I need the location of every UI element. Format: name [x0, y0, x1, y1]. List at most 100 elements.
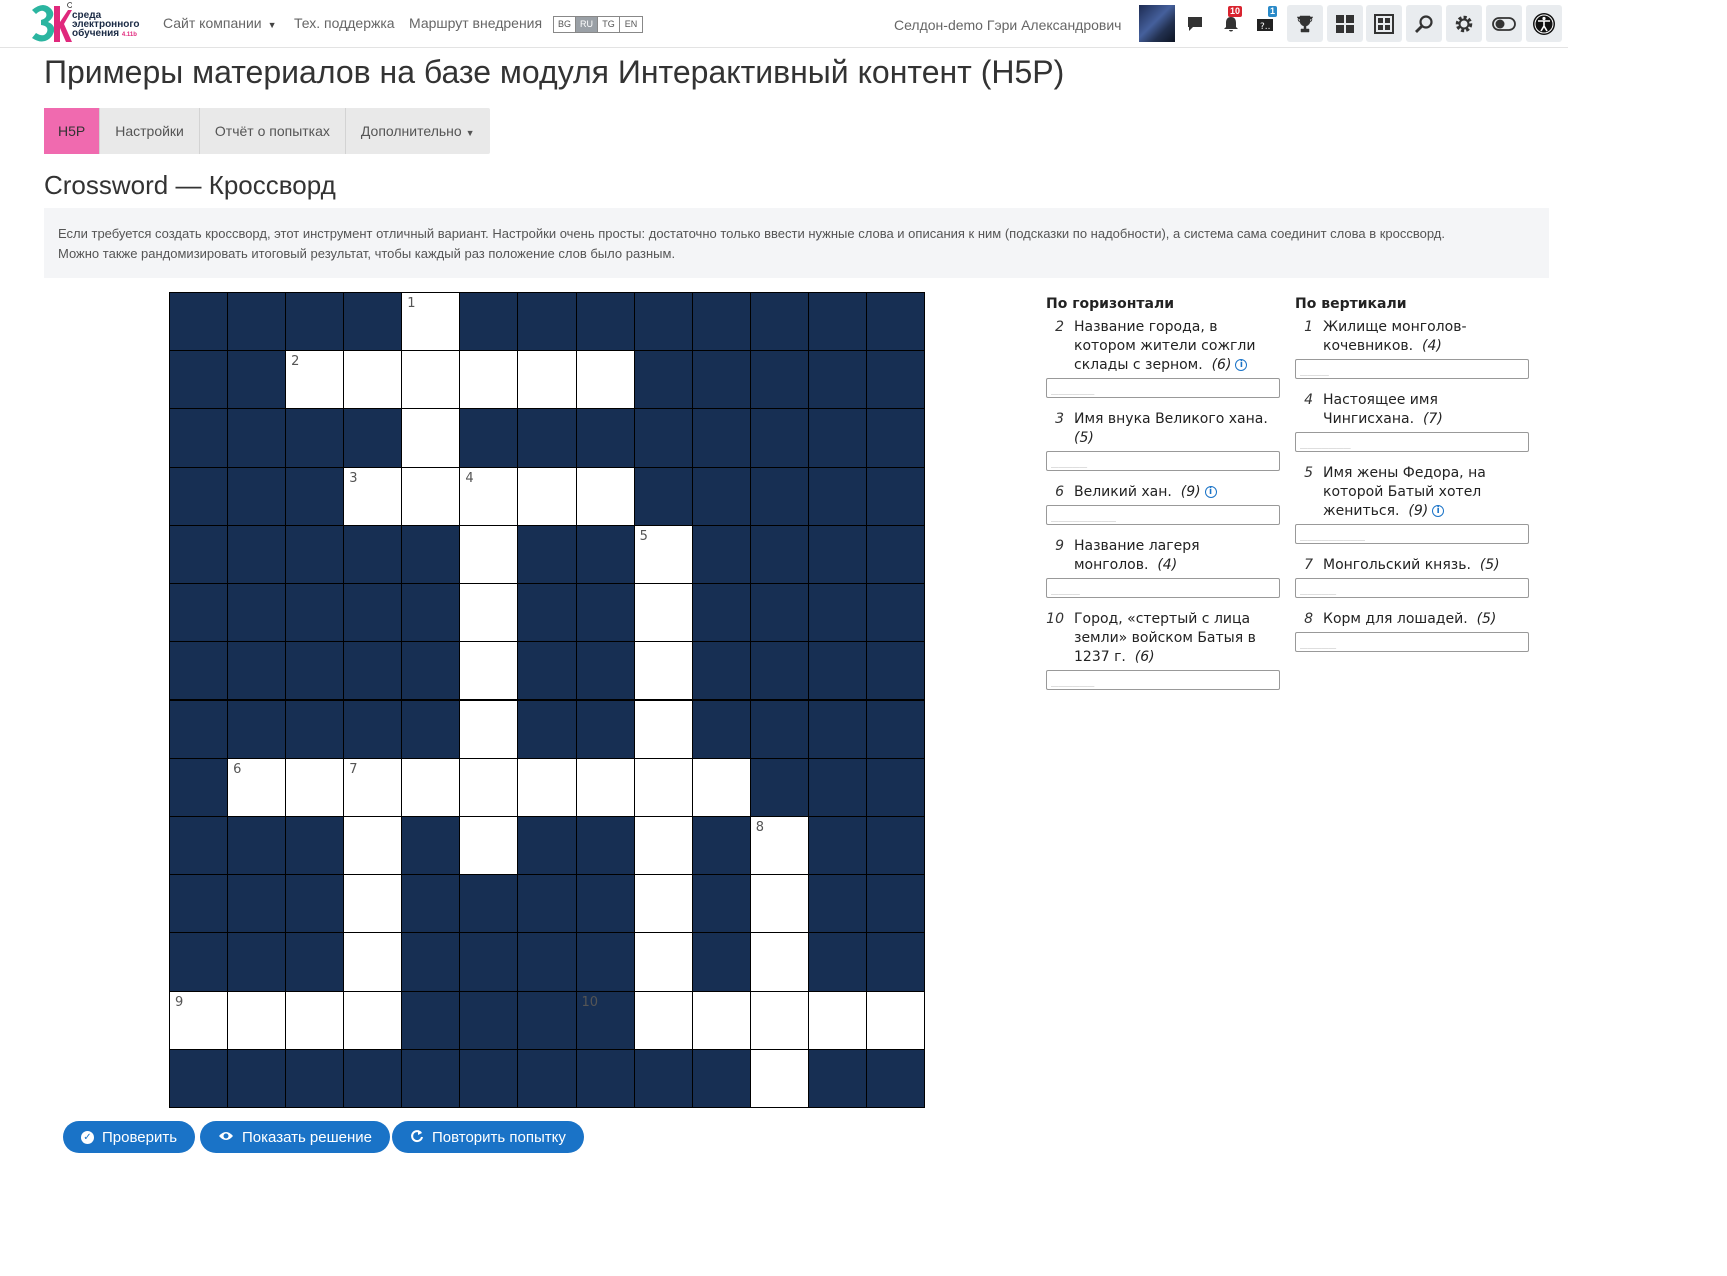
- check-button[interactable]: ✓ Проверить: [63, 1121, 196, 1153]
- nav-link-support[interactable]: Тех. поддержка: [294, 15, 395, 31]
- crossword-cell[interactable]: [401, 757, 461, 817]
- crossword-cell[interactable]: [227, 990, 287, 1050]
- crossword-cell[interactable]: [343, 990, 403, 1050]
- crossword-cell[interactable]: [343, 874, 403, 934]
- crossword-cell[interactable]: 8: [749, 815, 809, 876]
- lang-bg[interactable]: BG: [554, 17, 576, 32]
- crossword-cell[interactable]: 9: [169, 990, 229, 1050]
- crossword-cell[interactable]: [517, 757, 577, 817]
- crossword-cell[interactable]: 5: [633, 524, 693, 585]
- clue-item-number: 5: [1304, 465, 1313, 481]
- info-icon[interactable]: i: [1235, 359, 1248, 371]
- crossword-cell[interactable]: [343, 815, 403, 876]
- crossword-block: [633, 408, 693, 468]
- user-name[interactable]: Селдон-demo Гэри Александрович: [894, 17, 1121, 33]
- crossword-cell[interactable]: [343, 350, 403, 410]
- nav-link-company-site[interactable]: Сайт компании ▼: [163, 15, 277, 31]
- crossword-cell[interactable]: [633, 699, 693, 759]
- crossword-cell[interactable]: 1: [401, 292, 461, 352]
- tab-more[interactable]: Дополнительно ▼: [346, 108, 490, 154]
- clue-answer-input[interactable]: _____: [1046, 451, 1280, 471]
- tab-h5p[interactable]: H5P: [44, 108, 101, 154]
- crossword-cell[interactable]: [691, 990, 751, 1050]
- search-icon[interactable]: [1406, 5, 1442, 42]
- clue-answer-input[interactable]: _________: [1046, 505, 1280, 525]
- lang-ru[interactable]: RU: [576, 17, 598, 32]
- crossword-cell[interactable]: [285, 990, 345, 1050]
- clue-item: 1 Жилище монголов-кочевников. (4): [1295, 318, 1531, 356]
- toggle-icon[interactable]: [1486, 5, 1522, 42]
- crossword-cell[interactable]: [343, 932, 403, 992]
- crossword-cell[interactable]: 3: [343, 466, 403, 526]
- crossword-cell[interactable]: [517, 466, 577, 526]
- crossword-cell[interactable]: [633, 757, 693, 817]
- trophy-icon[interactable]: [1287, 5, 1323, 42]
- clue-answer-input[interactable]: _________: [1295, 524, 1529, 544]
- crossword-block: [227, 408, 287, 468]
- crossword-cell[interactable]: [459, 524, 519, 585]
- tab-attempts-report[interactable]: Отчёт о попытках: [200, 108, 346, 154]
- crossword-cell[interactable]: [459, 815, 519, 876]
- nav-link-implementation-route[interactable]: Маршрут внедрения: [409, 15, 542, 31]
- crossword-cell[interactable]: [575, 466, 635, 526]
- crossword-cell[interactable]: [285, 757, 345, 817]
- crossword-cell[interactable]: [459, 583, 519, 643]
- clue-length: (5): [1479, 557, 1500, 573]
- crossword-cell[interactable]: [575, 350, 635, 410]
- tab-settings[interactable]: Настройки: [100, 108, 200, 154]
- clue-length: (9): [1408, 503, 1429, 519]
- lang-tg[interactable]: TG: [598, 17, 620, 32]
- info-icon[interactable]: i: [1432, 505, 1445, 517]
- crossword-cell[interactable]: [459, 350, 519, 410]
- crossword-cell[interactable]: [459, 699, 519, 759]
- clue-answer-input[interactable]: ____: [1046, 578, 1280, 598]
- user-avatar[interactable]: [1139, 5, 1175, 42]
- show-solution-button[interactable]: Показать решение: [200, 1121, 390, 1153]
- crossword-block: [749, 641, 809, 701]
- accessibility-icon[interactable]: [1526, 5, 1562, 42]
- crossword-cell[interactable]: 4: [459, 466, 519, 526]
- crossword-cell[interactable]: 6: [227, 757, 287, 817]
- crossword-cell[interactable]: [401, 466, 461, 526]
- crossword-cell[interactable]: [633, 874, 693, 934]
- crossword-cell[interactable]: [401, 408, 461, 468]
- crossword-cell[interactable]: [517, 350, 577, 410]
- crossword-cell[interactable]: [575, 757, 635, 817]
- crossword-cell[interactable]: [749, 1048, 809, 1108]
- crossword-cell[interactable]: [633, 815, 693, 876]
- clue-answer-input[interactable]: ______: [1046, 378, 1280, 398]
- clue-answer-input[interactable]: _______: [1295, 432, 1529, 452]
- clue-item-number: 7: [1304, 557, 1313, 573]
- crossword-cell[interactable]: [633, 641, 693, 701]
- crossword-cell[interactable]: [401, 350, 461, 410]
- crossword-cell[interactable]: [749, 932, 809, 992]
- crossword-cell[interactable]: [807, 990, 867, 1050]
- crossword-cell[interactable]: [633, 990, 693, 1050]
- crossword-cell[interactable]: [633, 932, 693, 992]
- crossword-cell[interactable]: [749, 990, 809, 1050]
- crossword-block: [691, 408, 751, 468]
- questions-icon[interactable]: ?..: [1249, 5, 1285, 42]
- crossword-cell[interactable]: [691, 757, 751, 817]
- clue-answer-input[interactable]: _____: [1295, 578, 1529, 598]
- info-icon[interactable]: i: [1204, 486, 1217, 498]
- lang-en[interactable]: EN: [620, 17, 642, 32]
- clue-answer-input[interactable]: _____: [1295, 632, 1529, 652]
- retry-button[interactable]: Повторить попытку: [392, 1121, 584, 1153]
- crossword-cell[interactable]: 7: [343, 757, 403, 817]
- clue-answer-input[interactable]: ____: [1295, 359, 1529, 379]
- crossword-cell[interactable]: [459, 757, 519, 817]
- dashboard-grid-icon[interactable]: [1327, 5, 1363, 42]
- messages-icon[interactable]: [1177, 5, 1213, 42]
- crossword-cell[interactable]: [749, 874, 809, 934]
- crossword-cell[interactable]: [865, 990, 925, 1050]
- apps-icon[interactable]: [1366, 5, 1402, 42]
- clue-answer-input[interactable]: ______: [1046, 670, 1280, 690]
- crossword-cell[interactable]: [459, 641, 519, 701]
- crossword-cell[interactable]: [633, 583, 693, 643]
- site-logo[interactable]: среда электронного обучения 4.11b: [26, 2, 148, 46]
- gear-icon[interactable]: [1446, 5, 1482, 42]
- crossword-block: [633, 466, 693, 526]
- crossword-block: [749, 583, 809, 643]
- crossword-cell[interactable]: 2: [285, 350, 345, 410]
